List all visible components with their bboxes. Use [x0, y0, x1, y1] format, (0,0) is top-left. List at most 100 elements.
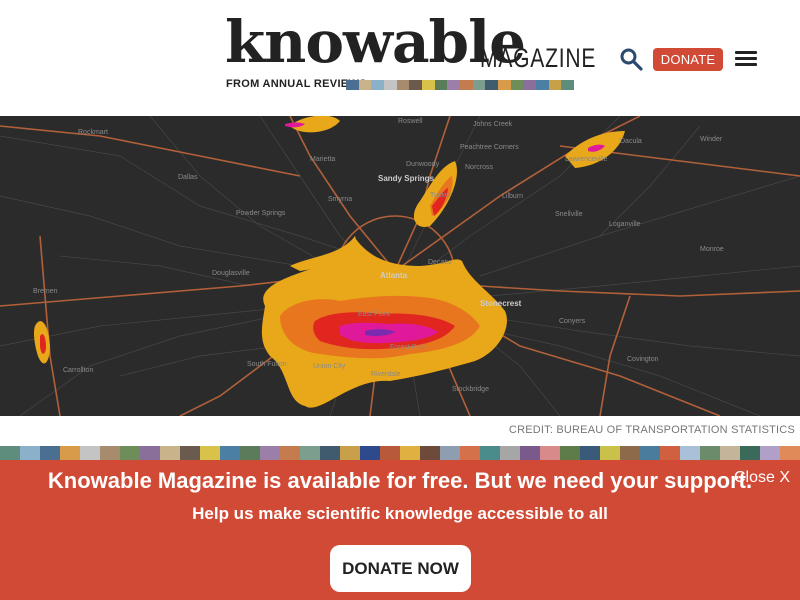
- strip-swatch: [760, 446, 780, 460]
- map-label-atlanta: Atlanta: [380, 271, 408, 280]
- map-label-conyers: Conyers: [559, 318, 586, 325]
- banner-subtitle: Help us make scientific knowledge access…: [192, 504, 608, 523]
- image-credit: CREDIT: BUREAU OF TRANSPORTATION STATIST…: [508, 424, 795, 436]
- logo-strip-swatch: [460, 80, 473, 90]
- strip-swatch: [380, 446, 400, 460]
- strip-swatch: [220, 446, 240, 460]
- strip-swatch: [260, 446, 280, 460]
- strip-swatch: [20, 446, 40, 460]
- strip-swatch: [660, 446, 680, 460]
- logo-strip-swatch: [422, 80, 435, 90]
- donate-now-button[interactable]: DONATE NOW: [330, 545, 471, 592]
- donation-banner: Knowable Magazine is available for free.…: [0, 460, 800, 600]
- strip-swatch: [460, 446, 480, 460]
- logo-strip-swatch: [396, 80, 410, 90]
- logo-strip-swatch: [384, 80, 397, 90]
- logo-strip-swatch: [485, 80, 499, 90]
- strip-swatch: [680, 446, 700, 460]
- strip-swatch: [500, 446, 520, 460]
- close-banner-button[interactable]: Close X: [734, 469, 790, 487]
- strip-swatch: [280, 446, 300, 460]
- strip-swatch: [340, 446, 360, 460]
- logo-strip-swatch: [346, 80, 359, 90]
- logo-strip-swatch: [371, 80, 385, 90]
- logo-strip-swatch: [434, 80, 448, 90]
- strip-swatch: [100, 446, 120, 460]
- map-label-sandy-springs: Sandy Springs: [378, 174, 435, 183]
- map-label-stonecrest: Stonecrest: [480, 299, 522, 308]
- logo-magazine-text: MAGAZINE: [480, 43, 597, 73]
- map-label-dacula: Dacula: [620, 138, 642, 145]
- strip-swatch: [160, 446, 180, 460]
- logo-strip-swatch: [472, 80, 486, 90]
- site-header: knowable MAGAZINE FROM ANNUAL REVIEWS DO…: [0, 0, 800, 116]
- logo-strip-swatch: [409, 80, 423, 90]
- strip-swatch: [140, 446, 160, 460]
- hamburger-menu-icon[interactable]: [735, 51, 757, 67]
- donate-button[interactable]: DONATE: [653, 48, 723, 71]
- strip-swatch: [200, 446, 220, 460]
- strip-swatch: [540, 446, 560, 460]
- strip-swatch: [0, 446, 20, 460]
- map-label-tucker: Tucker: [430, 192, 452, 199]
- strip-swatch: [600, 446, 620, 460]
- map-label-monroe: Monroe: [700, 246, 724, 253]
- strip-swatch: [120, 446, 140, 460]
- strip-swatch: [180, 446, 200, 460]
- map-label-norcross: Norcross: [465, 164, 494, 171]
- map-label-forest-park: Forest Park: [390, 344, 427, 351]
- map-label-roswell: Roswell: [398, 118, 423, 125]
- strip-swatch: [720, 446, 740, 460]
- strip-swatch: [440, 446, 460, 460]
- strip-swatch: [620, 446, 640, 460]
- map-label-lawrenceville: Lawrenceville: [565, 156, 608, 163]
- strip-swatch: [560, 446, 580, 460]
- map-label-dunwoody: Dunwoody: [406, 161, 440, 168]
- strip-swatch: [700, 446, 720, 460]
- logo-strip-swatch: [523, 80, 537, 90]
- search-icon[interactable]: [619, 47, 643, 71]
- map-label-powder-springs: Powder Springs: [236, 210, 286, 217]
- strip-swatch: [420, 446, 440, 460]
- map-label-carrollton: Carrollton: [63, 367, 94, 374]
- knowable-logo[interactable]: knowable MAGAZINE FROM ANNUAL REVIEWS: [225, 10, 595, 94]
- map-label-lilburn: Lilburn: [502, 193, 524, 200]
- map-label-douglasville: Douglasville: [212, 270, 250, 277]
- strip-swatch: [300, 446, 320, 460]
- banner-title: Knowable Magazine is available for free.…: [47, 468, 753, 493]
- strip-swatch: [480, 446, 500, 460]
- map-label-decatur: Decatur: [428, 259, 453, 266]
- decorative-color-strip: [0, 446, 800, 460]
- map-label-marietta: Marietta: [310, 156, 336, 163]
- map-label-bremen: Bremen: [33, 288, 58, 295]
- strip-swatch: [640, 446, 660, 460]
- strip-swatch: [520, 446, 540, 460]
- strip-swatch: [780, 446, 800, 460]
- map-label-riverdale: Riverdale: [371, 371, 401, 378]
- logo-strip-swatch: [498, 80, 511, 90]
- strip-swatch: [360, 446, 380, 460]
- strip-swatch: [400, 446, 420, 460]
- strip-swatch: [240, 446, 260, 460]
- strip-swatch: [320, 446, 340, 460]
- image-credit-area: CREDIT: BUREAU OF TRANSPORTATION STATIST…: [0, 416, 800, 446]
- map-label-south-fulton: South Fulton: [247, 361, 287, 368]
- traffic-noise-map: Atlanta Sandy Springs Stonecrest Rockmar…: [0, 116, 800, 416]
- logo-strip-swatch: [561, 80, 575, 90]
- map-label-johns-creek: Johns Creek: [473, 121, 513, 128]
- map-label-dallas: Dallas: [178, 174, 198, 181]
- map-label-east-point: East Point: [358, 311, 390, 318]
- strip-swatch: [60, 446, 80, 460]
- map-label-snellville: Snellville: [555, 211, 583, 218]
- map-label-smyrna: Smyrna: [328, 196, 353, 203]
- map-label-peachtree-corners: Peachtree Corners: [460, 144, 519, 151]
- strip-swatch: [80, 446, 100, 460]
- strip-swatch: [740, 446, 760, 460]
- map-label-covington: Covington: [627, 356, 659, 363]
- strip-swatch: [40, 446, 60, 460]
- strip-swatch: [580, 446, 600, 460]
- logo-strip-swatch: [510, 80, 524, 90]
- map-label-loganville: Loganville: [609, 221, 641, 228]
- logo-color-strip: [346, 80, 575, 90]
- logo-strip-swatch: [358, 80, 372, 90]
